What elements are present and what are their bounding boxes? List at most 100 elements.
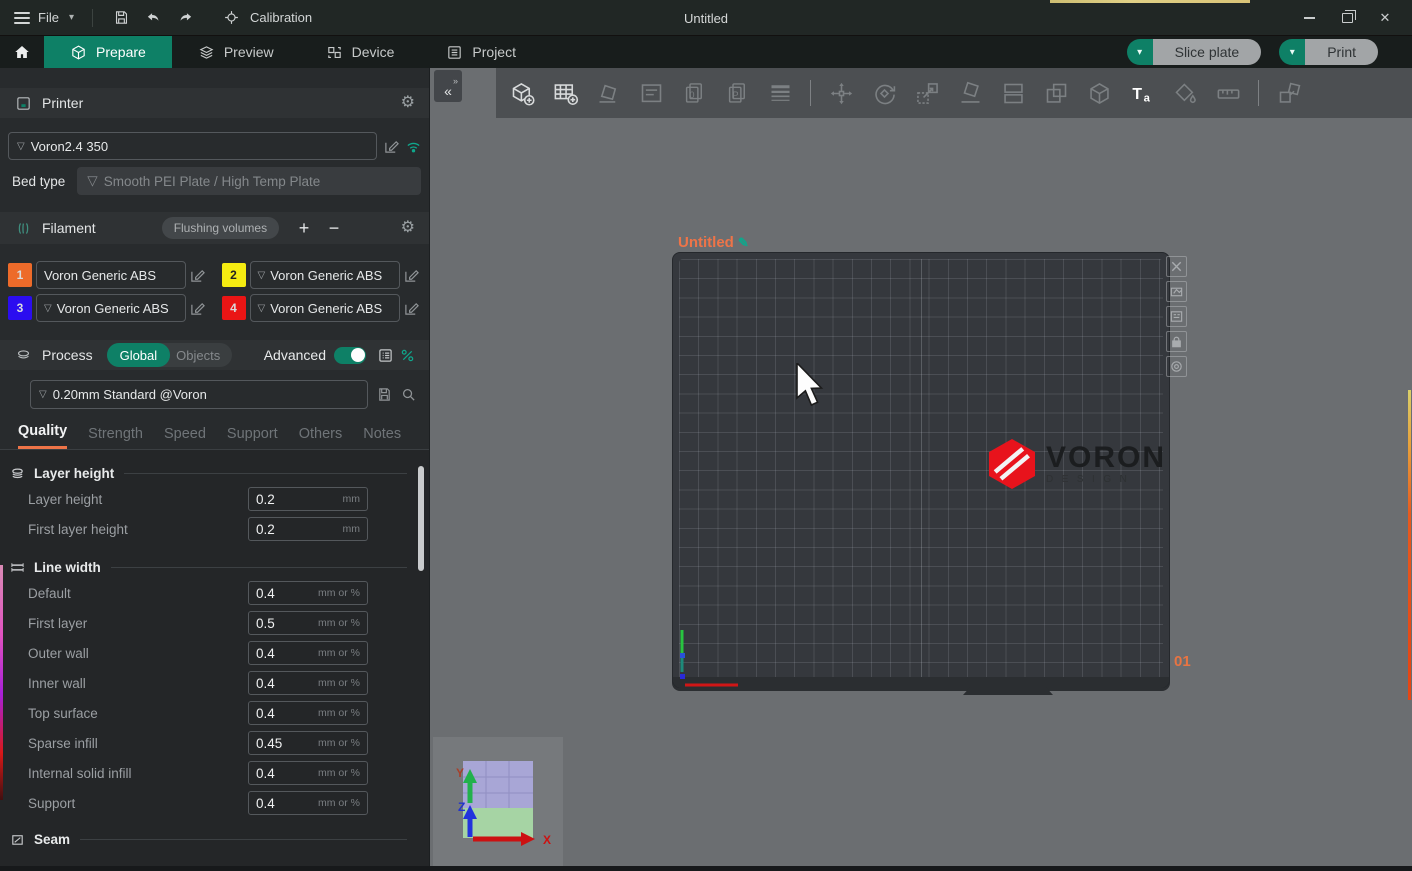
lay-on-face-icon[interactable] — [952, 75, 988, 111]
scope-global[interactable]: Global — [107, 343, 171, 367]
auto-orient-plate-icon[interactable] — [1166, 281, 1187, 302]
slice-plate-button[interactable]: ▾ Slice plate — [1127, 39, 1262, 65]
plate-number: 01 — [1174, 653, 1191, 670]
tab-others[interactable]: Others — [299, 426, 343, 449]
flushing-volumes-button[interactable]: Flushing volumes — [162, 217, 279, 239]
printer-settings-gear-icon[interactable]: ⚙ — [401, 95, 415, 111]
chevron-down-icon: ▽ — [39, 389, 47, 400]
line-width-icon — [10, 559, 26, 575]
tab-project[interactable]: Project — [420, 36, 542, 68]
tab-strength[interactable]: Strength — [88, 426, 143, 449]
auto-orient-icon[interactable] — [590, 75, 626, 111]
edit-filament-4-icon[interactable] — [404, 301, 419, 316]
save-preset-icon[interactable] — [377, 387, 392, 402]
printer-select[interactable]: ▽ Voron2.4 350 — [8, 132, 377, 160]
plate-settings-icon[interactable] — [1166, 356, 1187, 377]
scale-icon[interactable] — [909, 75, 945, 111]
remove-filament-button[interactable]: − — [323, 219, 345, 237]
undo-icon[interactable] — [143, 7, 165, 29]
line-width-sparse-infill-input[interactable]: 0.45 mm or % — [248, 731, 368, 755]
tab-prepare[interactable]: Prepare — [44, 36, 172, 68]
chevron-down-icon: ▽ — [87, 173, 97, 189]
tab-device[interactable]: Device — [300, 36, 421, 68]
line-width-internal-solid-infill-input[interactable]: 0.4 mm or % — [248, 761, 368, 785]
line-width-inner-wall-input[interactable]: 0.4 mm or % — [248, 671, 368, 695]
edit-printer-icon[interactable] — [384, 139, 399, 154]
wifi-connection-icon[interactable] — [406, 139, 421, 154]
viewport-toolbar: 0 P — [496, 68, 1412, 118]
filament-color-2[interactable]: 2 — [222, 263, 246, 287]
assembly-view-icon[interactable] — [1271, 75, 1307, 111]
rename-plate-pencil-icon[interactable]: ✎ — [738, 235, 749, 251]
tab-preview[interactable]: Preview — [172, 36, 300, 68]
print-dropdown-chevron-icon[interactable]: ▾ — [1279, 39, 1305, 65]
3d-viewport[interactable]: 0 P — [430, 68, 1412, 866]
layer-height-input[interactable]: 0.2 mm — [248, 487, 368, 511]
slice-dropdown-chevron-icon[interactable]: ▾ — [1127, 39, 1153, 65]
edit-filament-3-icon[interactable] — [190, 301, 205, 316]
orientation-gizmo[interactable]: Y Z X — [433, 737, 563, 866]
parameter-table-icon[interactable] — [378, 348, 393, 363]
filament-color-4[interactable]: 4 — [222, 296, 246, 320]
line-width-support-input[interactable]: 0.4 mm or % — [248, 791, 368, 815]
arrange-plate-icon[interactable] — [1166, 306, 1187, 327]
filament-select-3[interactable]: ▽Voron Generic ABS — [36, 294, 186, 322]
color-painting-icon[interactable] — [1167, 75, 1203, 111]
filament-select-2[interactable]: ▽Voron Generic ABS — [250, 261, 400, 289]
line-width-default-input[interactable]: 0.4 mm or % — [248, 581, 368, 605]
home-button[interactable] — [0, 36, 44, 68]
maximize-button[interactable] — [1330, 4, 1364, 32]
tab-quality[interactable]: Quality — [18, 423, 67, 449]
calibration-icon — [221, 7, 243, 29]
window-title: Untitled — [684, 0, 728, 36]
arrange-icon[interactable] — [633, 75, 669, 111]
add-filament-button[interactable]: + — [293, 219, 315, 237]
text-tool-icon[interactable]: Ta — [1124, 75, 1160, 111]
add-plate-icon[interactable] — [547, 75, 583, 111]
line-width-top-surface-input[interactable]: 0.4 mm or % — [248, 701, 368, 725]
print-button[interactable]: ▾ Print — [1279, 39, 1378, 65]
move-icon[interactable] — [823, 75, 859, 111]
collapse-sidebar-button[interactable]: »« — [434, 70, 462, 102]
scrollbar-thumb[interactable] — [418, 466, 424, 571]
filament-color-3[interactable]: 3 — [8, 296, 32, 320]
bed-type-select[interactable]: ▽ Smooth PEI Plate / High Temp Plate — [77, 167, 421, 195]
paste-icon[interactable]: P — [719, 75, 755, 111]
first-layer-height-input[interactable]: 0.2 mm — [248, 517, 368, 541]
delete-plate-icon[interactable] — [1166, 256, 1187, 277]
filament-select-4[interactable]: ▽Voron Generic ABS — [250, 294, 400, 322]
search-preset-icon[interactable] — [401, 387, 416, 402]
filament-color-1[interactable]: 1 — [8, 263, 32, 287]
main-nav: Prepare Preview Device Project ▾ Slice p… — [0, 36, 1412, 68]
file-menu-chevron-icon[interactable]: ▾ — [69, 12, 74, 23]
file-menu[interactable]: File — [14, 10, 59, 25]
edit-filament-2-icon[interactable] — [404, 268, 419, 283]
calibration-button[interactable]: Calibration — [221, 7, 312, 29]
mesh-boolean-icon[interactable] — [1081, 75, 1117, 111]
save-icon[interactable] — [111, 7, 133, 29]
rotate-icon[interactable] — [866, 75, 902, 111]
advanced-toggle[interactable] — [334, 347, 366, 364]
filament-settings-gear-icon[interactable]: ⚙ — [401, 220, 415, 236]
lock-plate-icon[interactable] — [1166, 331, 1187, 352]
redo-icon[interactable] — [175, 7, 197, 29]
split-to-objects-icon[interactable] — [995, 75, 1031, 111]
variable-layer-height-icon[interactable] — [762, 75, 798, 111]
tab-support[interactable]: Support — [227, 426, 278, 449]
line-width-first-layer-input[interactable]: 0.5 mm or % — [248, 611, 368, 635]
tab-speed[interactable]: Speed — [164, 426, 206, 449]
split-to-parts-icon[interactable] — [1038, 75, 1074, 111]
filament-select-1[interactable]: Voron Generic ABS — [36, 261, 186, 289]
scope-objects[interactable]: Objects — [170, 348, 232, 363]
tab-notes[interactable]: Notes — [363, 426, 401, 449]
add-object-icon[interactable] — [504, 75, 540, 111]
copy-icon[interactable]: 0 — [676, 75, 712, 111]
plate-name[interactable]: Untitled ✎ — [678, 234, 749, 251]
edit-filament-1-icon[interactable] — [190, 268, 205, 283]
compare-presets-icon[interactable] — [400, 348, 415, 363]
measure-icon[interactable] — [1210, 75, 1246, 111]
line-width-outer-wall-input[interactable]: 0.4 mm or % — [248, 641, 368, 665]
process-preset-select[interactable]: ▽ 0.20mm Standard @Voron — [30, 380, 368, 409]
minimize-button[interactable] — [1292, 4, 1326, 32]
close-button[interactable]: ✕ — [1368, 4, 1402, 32]
